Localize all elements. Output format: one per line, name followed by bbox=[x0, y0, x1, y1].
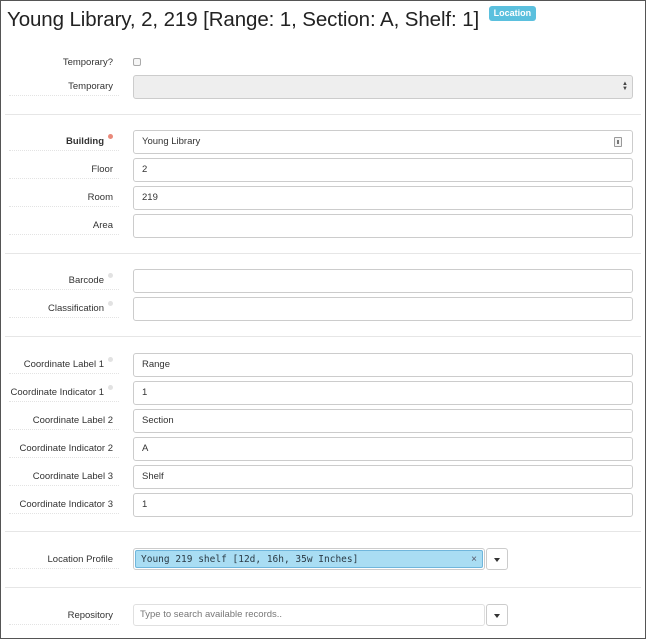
section-divider bbox=[5, 336, 641, 337]
label-underline bbox=[9, 568, 119, 569]
info-dot-icon bbox=[108, 385, 113, 390]
label-underline bbox=[9, 178, 119, 179]
label-underline bbox=[9, 485, 119, 486]
label-underline bbox=[9, 206, 119, 207]
label-underline bbox=[9, 513, 119, 514]
coordinate-indicator-1-row: Coordinate Indicator 1 1 bbox=[1, 381, 645, 405]
building-value: Young Library bbox=[142, 136, 201, 147]
coordinate-indicator-2-input[interactable]: A bbox=[133, 437, 633, 461]
label-underline bbox=[9, 95, 119, 96]
temporary-select[interactable]: ▲ ▼ bbox=[133, 75, 633, 99]
coordinate-indicator-1-text: Coordinate Indicator 1 bbox=[10, 387, 104, 398]
building-lookup-icon[interactable] bbox=[614, 137, 622, 147]
temporary-checkbox-label: Temporary? bbox=[62, 57, 113, 68]
label-underline bbox=[9, 429, 119, 430]
area-input[interactable] bbox=[133, 214, 633, 238]
building-input[interactable]: Young Library bbox=[133, 130, 633, 154]
room-input[interactable]: 219 bbox=[133, 186, 633, 210]
coordinate-label-1-text: Coordinate Label 1 bbox=[23, 359, 104, 370]
barcode-row: Barcode bbox=[1, 269, 645, 293]
location-profile-dropdown-button[interactable] bbox=[486, 548, 508, 570]
coordinate-label-3-row: Coordinate Label 3 Shelf bbox=[1, 465, 645, 489]
coordinate-indicator-3-input[interactable]: 1 bbox=[133, 493, 633, 517]
room-row: Room 219 bbox=[1, 186, 645, 210]
repository-dropdown-button[interactable] bbox=[486, 604, 508, 626]
coordinate-label-2-input[interactable]: Section bbox=[133, 409, 633, 433]
label-underline bbox=[9, 150, 119, 151]
location-form-window: Young Library, 2, 219 [Range: 1, Section… bbox=[0, 0, 646, 639]
classification-input[interactable] bbox=[133, 297, 633, 321]
required-indicator-icon bbox=[108, 134, 113, 139]
coordinate-indicator-1-input[interactable]: 1 bbox=[133, 381, 633, 405]
location-profile-token[interactable]: Young 219 shelf [12d, 16h, 35w Inches] × bbox=[135, 550, 483, 568]
coordinate-indicator-2-row: Coordinate Indicator 2 A bbox=[1, 437, 645, 461]
label-underline bbox=[9, 401, 119, 402]
record-type-badge: Location bbox=[488, 6, 537, 21]
info-dot-icon bbox=[108, 357, 113, 362]
building-row: Building Young Library bbox=[1, 130, 645, 154]
section-divider bbox=[5, 114, 641, 115]
coordinate-label-1-row: Coordinate Label 1 Range bbox=[1, 353, 645, 377]
page-header: Young Library, 2, 219 [Range: 1, Section… bbox=[7, 6, 639, 37]
label-underline bbox=[9, 373, 119, 374]
temporary-checkbox-row: Temporary? bbox=[1, 51, 645, 75]
area-row: Area bbox=[1, 214, 645, 238]
location-profile-token-text: Young 219 shelf [12d, 16h, 35w Inches] bbox=[141, 554, 359, 565]
section-divider bbox=[5, 587, 641, 588]
repository-row: Repository Type to search available reco… bbox=[1, 604, 645, 628]
label-underline bbox=[9, 457, 119, 458]
caret-down-icon bbox=[494, 558, 500, 562]
label-underline bbox=[9, 289, 119, 290]
repository-search-input[interactable]: Type to search available records.. bbox=[133, 604, 485, 626]
coordinate-indicator-3-row: Coordinate Indicator 3 1 bbox=[1, 493, 645, 517]
coordinate-label-1-input[interactable]: Range bbox=[133, 353, 633, 377]
label-underline bbox=[9, 317, 119, 318]
floor-input[interactable]: 2 bbox=[133, 158, 633, 182]
classification-label-text: Classification bbox=[48, 303, 104, 314]
building-label-text: Building bbox=[66, 136, 104, 147]
temporary-select-row: Temporary ▲ ▼ bbox=[1, 75, 645, 99]
coordinate-label-2-row: Coordinate Label 2 Section bbox=[1, 409, 645, 433]
caret-down-icon bbox=[494, 614, 500, 618]
info-dot-icon bbox=[108, 273, 113, 278]
classification-row: Classification bbox=[1, 297, 645, 321]
page-title: Young Library, 2, 219 [Range: 1, Section… bbox=[7, 8, 480, 31]
floor-row: Floor 2 bbox=[1, 158, 645, 182]
section-divider bbox=[5, 531, 641, 532]
coordinate-label-3-input[interactable]: Shelf bbox=[133, 465, 633, 489]
location-profile-linker[interactable]: Young 219 shelf [12d, 16h, 35w Inches] × bbox=[133, 548, 485, 570]
label-underline bbox=[9, 624, 119, 625]
remove-token-icon[interactable]: × bbox=[471, 551, 477, 568]
label-underline bbox=[9, 234, 119, 235]
barcode-label-text: Barcode bbox=[68, 275, 104, 286]
section-divider bbox=[5, 253, 641, 254]
info-dot-icon bbox=[108, 301, 113, 306]
location-profile-row: Location Profile Young 219 shelf [12d, 1… bbox=[1, 548, 645, 572]
temporary-checkbox[interactable] bbox=[133, 58, 141, 66]
select-arrows-icon: ▲ ▼ bbox=[622, 81, 628, 92]
barcode-input[interactable] bbox=[133, 269, 633, 293]
